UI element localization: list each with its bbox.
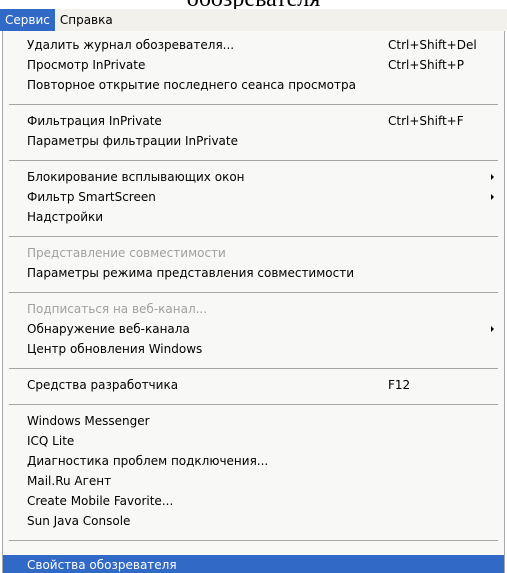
submenu-arrow-icon bbox=[491, 326, 494, 332]
menu-item-label: Подписаться на веб-канал... bbox=[27, 302, 208, 316]
menu-separator bbox=[9, 292, 498, 293]
menu-item-label: Средства разработчика bbox=[27, 378, 179, 392]
tools-dropdown-menu: Удалить журнал обозревателя... Ctrl+Shif… bbox=[2, 31, 505, 573]
menu-item-reopen-last-session[interactable]: Повторное открытие последнего сеанса про… bbox=[3, 75, 504, 95]
menu-item-create-mobile-favorite[interactable]: Create Mobile Favorite... bbox=[3, 491, 504, 511]
menu-item-compatibility-view: Представление совместимости bbox=[3, 243, 504, 263]
menu-item-compatibility-view-settings[interactable]: Параметры режима представления совместим… bbox=[3, 263, 504, 283]
menu-separator bbox=[9, 160, 498, 161]
menu-item-add-ons[interactable]: Надстройки bbox=[3, 207, 504, 227]
screenshot: обозревателя Сервис Справка Удалить журн… bbox=[0, 0, 507, 573]
menu-item-shortcut: Ctrl+Shift+Del bbox=[388, 38, 477, 52]
menu-item-inprivate-browsing[interactable]: Просмотр InPrivate Ctrl+Shift+P bbox=[3, 55, 504, 75]
menu-item-label: Просмотр InPrivate bbox=[27, 58, 146, 72]
menu-item-label: ICQ Lite bbox=[27, 434, 75, 448]
menu-item-subscribe-to-feed: Подписаться на веб-канал... bbox=[3, 299, 504, 319]
menu-item-label: Фильтр SmartScreen bbox=[27, 190, 156, 204]
menu-separator bbox=[9, 540, 498, 541]
menu-item-label: Блокирование всплывающих окон bbox=[27, 170, 245, 184]
menu-bar: Сервис Справка bbox=[0, 9, 507, 31]
menu-item-label: Windows Messenger bbox=[27, 414, 150, 428]
menu-item-delete-browsing-history[interactable]: Удалить журнал обозревателя... Ctrl+Shif… bbox=[3, 35, 504, 55]
menu-item-label: Удалить журнал обозревателя... bbox=[27, 38, 235, 52]
menu-item-mailru-agent[interactable]: Mail.Ru Агент bbox=[3, 471, 504, 491]
menu-item-label: Параметры режима представления совместим… bbox=[27, 266, 355, 280]
menu-item-shortcut: Ctrl+Shift+F bbox=[388, 114, 464, 128]
menu-separator bbox=[9, 236, 498, 237]
menu-item-connection-diagnostics[interactable]: Диагностика проблем подключения... bbox=[3, 451, 504, 471]
menu-item-developer-tools[interactable]: Средства разработчика F12 bbox=[3, 375, 504, 395]
menu-item-label: Параметры фильтрации InPrivate bbox=[27, 134, 239, 148]
menu-item-internet-options[interactable]: Свойства обозревателя bbox=[3, 555, 504, 573]
menu-item-popup-blocker[interactable]: Блокирование всплывающих окон bbox=[3, 167, 504, 187]
menu-separator bbox=[9, 368, 498, 369]
menu-item-inprivate-filtering-settings[interactable]: Параметры фильтрации InPrivate bbox=[3, 131, 504, 151]
menu-item-windows-update[interactable]: Центр обновления Windows bbox=[3, 339, 504, 359]
menu-item-label: Повторное открытие последнего сеанса про… bbox=[27, 78, 356, 92]
menu-item-label: Create Mobile Favorite... bbox=[27, 494, 174, 508]
menu-item-shortcut: Ctrl+Shift+P bbox=[388, 58, 464, 72]
menu-item-label: Sun Java Console bbox=[27, 514, 131, 528]
menu-item-sun-java-console[interactable]: Sun Java Console bbox=[3, 511, 504, 531]
menu-separator bbox=[9, 104, 498, 105]
menu-item-label: Центр обновления Windows bbox=[27, 342, 203, 356]
menu-item-windows-messenger[interactable]: Windows Messenger bbox=[3, 411, 504, 431]
menu-item-label: Свойства обозревателя bbox=[27, 558, 177, 572]
menubar-item-help[interactable]: Справка bbox=[55, 9, 118, 31]
menu-item-label: Фильтрация InPrivate bbox=[27, 114, 162, 128]
menu-item-label: Представление совместимости bbox=[27, 246, 226, 260]
menu-item-inprivate-filtering[interactable]: Фильтрация InPrivate Ctrl+Shift+F bbox=[3, 111, 504, 131]
menu-item-label: Надстройки bbox=[27, 210, 104, 224]
menu-item-icq-lite[interactable]: ICQ Lite bbox=[3, 431, 504, 451]
menubar-item-service[interactable]: Сервис bbox=[0, 9, 55, 31]
submenu-arrow-icon bbox=[491, 174, 494, 180]
menu-item-label: Mail.Ru Агент bbox=[27, 474, 112, 488]
menu-item-shortcut: F12 bbox=[388, 378, 411, 392]
menu-item-label: Обнаружение веб-канала bbox=[27, 322, 190, 336]
menu-separator bbox=[9, 404, 498, 405]
menu-item-feed-discovery[interactable]: Обнаружение веб-канала bbox=[3, 319, 504, 339]
menu-item-label: Диагностика проблем подключения... bbox=[27, 454, 269, 468]
submenu-arrow-icon bbox=[491, 194, 494, 200]
menu-item-smartscreen-filter[interactable]: Фильтр SmartScreen bbox=[3, 187, 504, 207]
